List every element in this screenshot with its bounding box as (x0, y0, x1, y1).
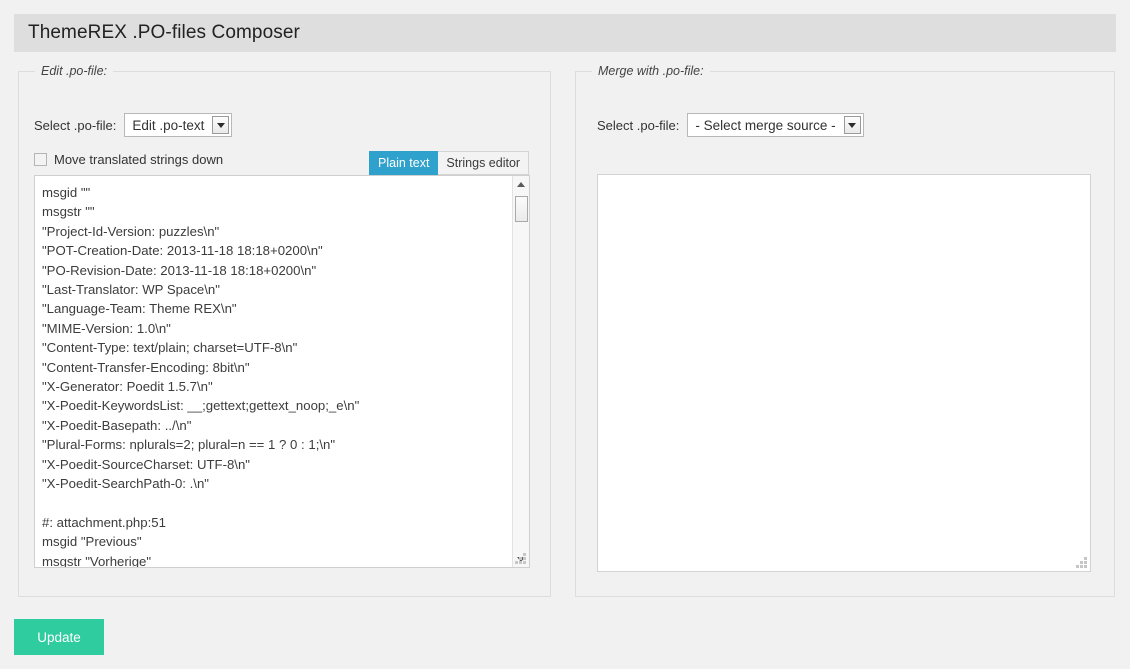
merge-select-row: Select .po-file: - Select merge source - (597, 113, 864, 137)
scrollbar-track[interactable] (514, 192, 529, 551)
resize-grip-icon[interactable] (513, 551, 527, 565)
merge-text-content[interactable] (598, 175, 1090, 189)
edit-select-row: Select .po-file: Edit .po-text (34, 113, 232, 137)
merge-source-select[interactable]: - Select merge source - (687, 113, 863, 137)
scrollbar-thumb[interactable] (515, 196, 528, 222)
edit-panel-legend: Edit .po-file: (35, 64, 113, 78)
tab-plain-text[interactable]: Plain text (369, 151, 438, 175)
po-text-editor[interactable]: msgid "" msgstr "" "Project-Id-Version: … (34, 175, 530, 568)
move-translated-strings-row[interactable]: Move translated strings down (34, 152, 223, 167)
update-button[interactable]: Update (14, 619, 104, 655)
merge-select-label: Select .po-file: (597, 118, 679, 133)
po-text-content[interactable]: msgid "" msgstr "" "Project-Id-Version: … (35, 176, 499, 567)
merge-source-select-value: - Select merge source - (688, 114, 843, 136)
page-title: ThemeREX .PO-files Composer (14, 22, 300, 44)
move-translated-strings-label: Move translated strings down (54, 152, 223, 167)
resize-grip-icon[interactable] (1074, 555, 1088, 569)
move-translated-strings-checkbox[interactable] (34, 153, 47, 166)
page-header: ThemeREX .PO-files Composer (14, 14, 1116, 52)
chevron-down-icon (212, 116, 229, 134)
merge-text-area[interactable] (597, 174, 1091, 572)
merge-panel-legend: Merge with .po-file: (592, 64, 710, 78)
po-editor-scrollbar[interactable] (512, 176, 529, 567)
po-file-select-value: Edit .po-text (125, 114, 212, 136)
chevron-down-icon (844, 116, 861, 134)
scroll-up-arrow-icon[interactable] (513, 176, 529, 192)
po-file-select[interactable]: Edit .po-text (124, 113, 232, 137)
editor-view-tabs: Plain text Strings editor (369, 151, 529, 175)
tab-strings-editor[interactable]: Strings editor (438, 151, 529, 175)
edit-select-label: Select .po-file: (34, 118, 116, 133)
